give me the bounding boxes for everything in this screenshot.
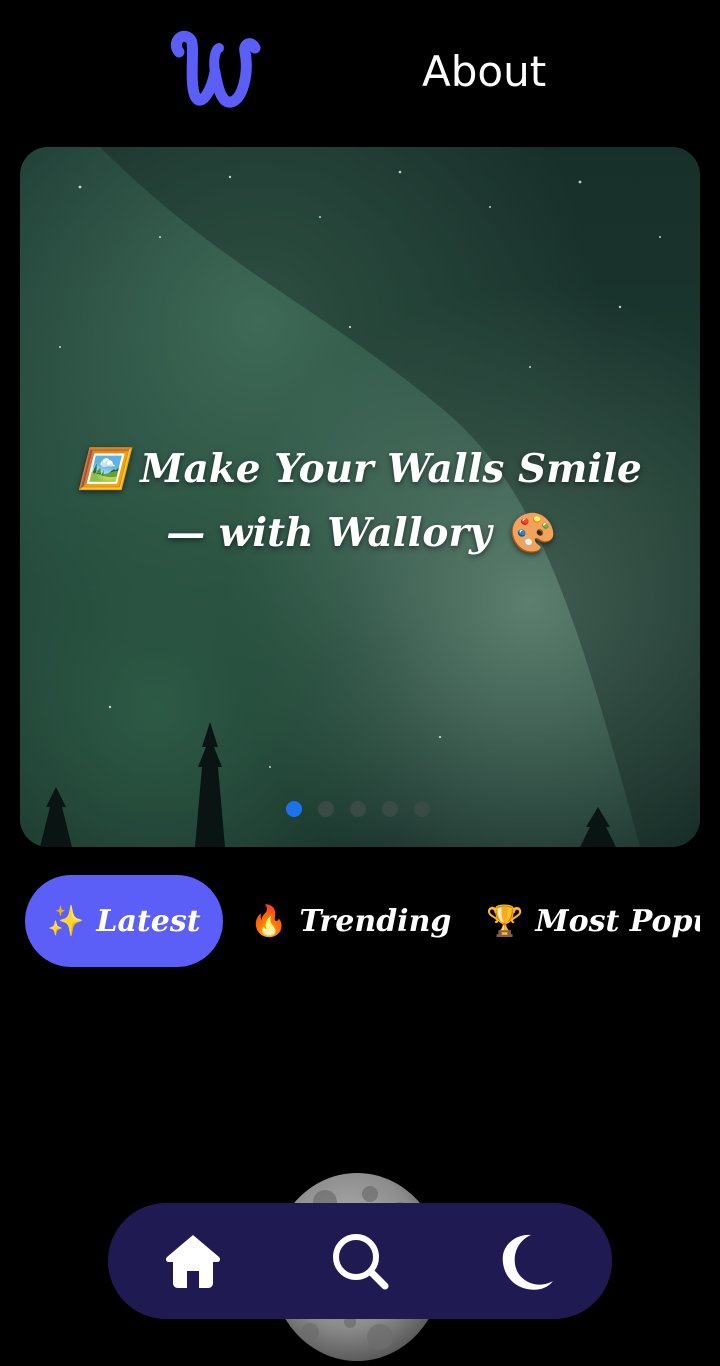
category-tabs: ✨ Latest 🔥 Trending 🏆 Most Popul: [0, 875, 700, 967]
home-icon[interactable]: [163, 1231, 223, 1291]
about-link[interactable]: About: [422, 44, 546, 100]
fire-icon: 🔥: [250, 903, 288, 939]
tab-most-popular-label: Most Popul: [535, 903, 700, 939]
tab-latest-label: Latest: [96, 903, 201, 939]
hero-title: 🖼️ Make Your Walls Smile — with Wallory …: [40, 437, 680, 565]
carousel-dot-2[interactable]: [318, 801, 334, 817]
carousel-dot-1[interactable]: [286, 801, 302, 817]
hero-carousel[interactable]: 🖼️ Make Your Walls Smile — with Wallory …: [20, 147, 700, 847]
tab-most-popular[interactable]: 🏆 Most Popul: [486, 875, 700, 967]
moon-icon[interactable]: [497, 1231, 557, 1291]
tab-trending-label: Trending: [299, 903, 452, 939]
app-header: About: [0, 0, 720, 140]
hero-title-line-2: — with Wallory 🎨: [166, 510, 554, 556]
bottom-navigation: [108, 1203, 612, 1319]
wallory-logo-icon[interactable]: [165, 22, 261, 114]
sparkles-icon: ✨: [47, 903, 85, 939]
tab-trending[interactable]: 🔥 Trending: [250, 875, 451, 967]
search-icon[interactable]: [330, 1231, 390, 1291]
carousel-dot-3[interactable]: [350, 801, 366, 817]
tab-latest[interactable]: ✨ Latest: [25, 875, 223, 967]
carousel-dot-5[interactable]: [414, 801, 430, 817]
carousel-dot-4[interactable]: [382, 801, 398, 817]
trophy-icon: 🏆: [486, 903, 524, 939]
hero-title-line-1: 🖼️ Make Your Walls Smile: [78, 446, 642, 492]
carousel-pagination: [286, 801, 430, 817]
